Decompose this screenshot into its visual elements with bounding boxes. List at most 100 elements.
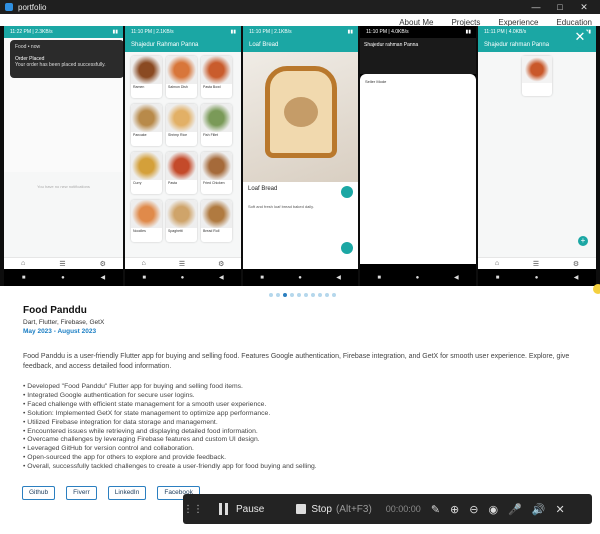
food-name: Bread Roll: [203, 229, 220, 233]
bullet-item: Leveraged GitHub for version control and…: [23, 445, 583, 454]
food-card: Bread Roll: [201, 200, 232, 242]
carousel-dot[interactable]: [318, 293, 322, 297]
food-name: Spaghetti: [168, 229, 183, 233]
food-card: [522, 56, 552, 96]
app-icon: [5, 3, 13, 11]
food-name: Pancake: [133, 133, 147, 137]
bullet-item: Encountered issues while retrieving and …: [23, 428, 583, 437]
settings-icon: ⚙: [572, 260, 580, 268]
cursor-highlight: [593, 284, 600, 294]
carousel-dots[interactable]: [269, 293, 336, 297]
bullet-item: Faced challenge with efficient state man…: [23, 401, 583, 410]
food-card: Salmon Dish: [166, 56, 197, 98]
bread-illustration: [265, 66, 337, 158]
pause-icon[interactable]: [219, 503, 231, 515]
carousel-dot[interactable]: [290, 293, 294, 297]
food-card: Curry: [131, 152, 162, 194]
pen-icon[interactable]: ✎: [431, 503, 440, 516]
recents-icon: ■: [142, 274, 146, 281]
home-icon: ⌂: [141, 260, 146, 267]
recording-toolbar: ⋮⋮ Pause Stop (Alt+F3) 00:00:00 ✎ ⊕ ⊖ ◉ …: [183, 494, 592, 524]
food-card: Fried Chicken: [201, 152, 232, 194]
bullet-item: Developed "Food Panddu" Flutter app for …: [23, 383, 583, 392]
bullet-item: Solution: Implemented GetX for state man…: [23, 410, 583, 419]
settings-icon: ⚙: [218, 260, 225, 268]
maximize-button[interactable]: □: [548, 0, 572, 14]
food-card: Spaghetti: [166, 200, 197, 242]
list-icon: ☰: [59, 260, 66, 268]
close-window-button[interactable]: ✕: [572, 0, 596, 14]
carousel-dot[interactable]: [283, 293, 287, 297]
pause-button[interactable]: Pause: [236, 504, 264, 515]
home-circle-icon: ●: [61, 274, 65, 281]
food-image: [131, 56, 162, 84]
zoom-out-icon[interactable]: ⊖: [469, 503, 478, 516]
back-icon: ◀: [219, 275, 224, 281]
carousel-dot[interactable]: [269, 293, 273, 297]
product-description: Soft and fresh loaf bread baked daily.: [248, 204, 314, 209]
status-bar: 11:10 PM | 2.1KB/s ▮▮: [243, 26, 358, 38]
drawer-item-seller-mode: Seller Mode: [365, 79, 387, 84]
recents-icon: ■: [260, 274, 264, 281]
bullet-item: Overcame challenges by leveraging Fireba…: [23, 436, 583, 445]
speaker-icon[interactable]: 🔊: [532, 503, 546, 516]
home-circle-icon: ●: [298, 274, 302, 281]
empty-notification-text: You have no new notifications: [37, 184, 90, 189]
drag-handle[interactable]: ⋮⋮: [183, 504, 203, 515]
food-image: [166, 152, 197, 180]
window-titlebar: portfolio — □ ✕: [0, 0, 600, 14]
food-name: Noodles: [133, 229, 146, 233]
close-recorder-icon[interactable]: ✕: [556, 503, 565, 516]
food-image: [201, 56, 232, 84]
food-name: Salmon Dish: [168, 85, 188, 89]
list-icon: ☰: [178, 260, 186, 268]
product-title: Loaf Bread: [248, 186, 278, 192]
carousel-dot[interactable]: [311, 293, 315, 297]
microphone-icon[interactable]: 🎤: [508, 503, 522, 516]
status-bar: 11:10 PM | 2.1KB/s ▮▮: [125, 26, 241, 38]
camera-icon[interactable]: ◉: [488, 503, 498, 516]
github-link[interactable]: Github: [22, 486, 56, 500]
fiverr-link[interactable]: Fiverr: [66, 486, 97, 500]
carousel-dot[interactable]: [297, 293, 301, 297]
food-card: Noodles: [131, 200, 162, 242]
stop-button[interactable]: Stop: [311, 504, 332, 515]
project-links: Github Fiverr LinkedIn Facebook: [22, 486, 200, 500]
close-modal-button[interactable]: ✕: [570, 28, 590, 48]
list-icon: ☰: [532, 260, 540, 268]
back-icon: ◀: [454, 275, 459, 281]
recents-icon: ■: [495, 274, 500, 281]
app-bar: Shajedur Rahman Panna: [125, 38, 241, 52]
food-image: [131, 200, 162, 228]
stop-icon[interactable]: [296, 504, 307, 514]
bottom-nav: ⌂ ☰ ⚙: [4, 257, 123, 269]
zoom-in-icon[interactable]: ⊕: [450, 503, 459, 516]
linkedin-link[interactable]: LinkedIn: [107, 486, 147, 500]
project-summary: Food Panddu is a user-friendly Flutter a…: [23, 353, 570, 370]
screenshot-seller: 11:11 PM | 4.0KB/s▮▮ Shajedur rahman Pan…: [478, 26, 596, 286]
carousel-dot[interactable]: [304, 293, 308, 297]
food-name: Fried Chicken: [203, 181, 225, 185]
minimize-button[interactable]: —: [524, 0, 548, 14]
bullet-item: Utilized Firebase integration for data s…: [23, 419, 583, 428]
food-card: Pasta Bowl: [201, 56, 232, 98]
food-name: Ramen: [133, 85, 145, 89]
app-bar: Loaf Bread: [243, 38, 358, 52]
food-name: Curry: [133, 181, 142, 185]
project-title: Food Panddu: [23, 305, 87, 316]
drawer-header: Shajedur rahman Panna: [360, 38, 476, 74]
screenshot-gallery[interactable]: 11:22 PM | 2.3KB/s ▮▮ Food • now Order Pl…: [0, 26, 600, 286]
home-circle-icon: ●: [534, 274, 539, 281]
food-grid: Ramen Salmon Dish Pasta Bowl Pancake Shrimp …: [131, 56, 232, 242]
food-card: Ramen: [131, 56, 162, 98]
food-card: Shrimp Rice: [166, 104, 197, 146]
project-dates: May 2023 - August 2023: [23, 328, 97, 335]
carousel-dot[interactable]: [332, 293, 336, 297]
cart-fab-bottom: [341, 242, 353, 254]
food-name: Shrimp Rice: [168, 133, 188, 137]
add-fab: +: [578, 236, 588, 246]
carousel-dot[interactable]: [325, 293, 329, 297]
carousel-dot[interactable]: [276, 293, 280, 297]
food-image: [166, 200, 197, 228]
recents-icon: ■: [21, 274, 26, 281]
